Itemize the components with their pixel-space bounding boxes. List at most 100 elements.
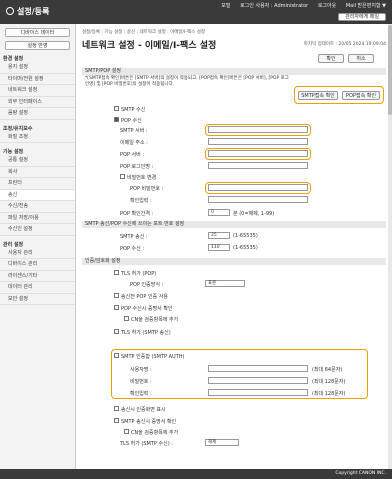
sidebar-item-volume[interactable]: 음량 설정 <box>0 108 75 120</box>
breadcrumb: 설정/등록 : 기능 설정 : 송신 : 네트워크 설정 : 이메일/I-팩스 … <box>82 30 206 35</box>
smtp-tx-port-label: SMTP 송신 : <box>120 234 148 240</box>
password-input[interactable] <box>208 377 308 384</box>
auth-screen-checkbox[interactable] <box>114 406 119 411</box>
username-label: 사용자명 : <box>130 367 152 373</box>
smtp-auth-label: SMTP 인증함 (SMTP AUTH) <box>121 354 185 360</box>
section-ports: SMTP 송신/POP 수신에 쓰이는 포트 번호 설정 <box>82 221 386 228</box>
top-header: 설정/등록 포털 로그인 사용자 : Administrator 로그아웃 Ma… <box>0 0 392 24</box>
sidebar-item-paper[interactable]: 용지 설정 <box>0 62 75 74</box>
page-title: 네트워크 설정 - 이메일/I-팩스 설정 <box>82 41 217 51</box>
pop-auth-method-label: POP 인증방식 : <box>130 282 164 288</box>
pop-login-input[interactable] <box>208 162 308 169</box>
device-status-button[interactable]: 디바이스 데이터 <box>5 28 70 37</box>
pop-before-smtp-label: 송신전 POP 인증 사용 <box>121 294 168 300</box>
password-label: 비밀번호 : <box>130 379 152 385</box>
pop-login-label: POP 로그인명 : <box>120 164 154 170</box>
pop-before-smtp-checkbox[interactable] <box>114 293 119 298</box>
pop-rx-checkbox[interactable] <box>114 117 119 122</box>
smtp-cn-label: CN을 검증항목에 추가 <box>131 430 179 436</box>
pop-cert-checkbox[interactable] <box>114 305 119 310</box>
tls-smtp-label: TLS 허가 (SMTP 송신) <box>121 330 171 336</box>
auth-screen-label: 송신시 인증화면 표시 <box>121 407 166 413</box>
tls-smtp-checkbox[interactable] <box>114 329 119 334</box>
sidebar-item-security[interactable]: 보안 설정 <box>0 294 75 305</box>
sidebar-item-destination[interactable]: 수신인 설정 <box>0 224 75 236</box>
header-links: 포털 로그인 사용자 : Administrator 로그아웃 Mail 받은편… <box>213 2 386 9</box>
copyright-text: Copyright CANON INC. <box>335 471 386 476</box>
portal-link[interactable]: 포털 <box>221 3 230 9</box>
sidebar-item-image-quality[interactable]: 화질 조정 <box>0 132 75 143</box>
pop-interval-unit: 분 (0=해제, 1-99) <box>233 211 275 217</box>
smtp-server-label: SMTP 서버 : <box>120 128 148 134</box>
smtp-check-button[interactable]: SMTP접속 확인 <box>298 91 338 100</box>
sidebar-item-common[interactable]: 공통 설정 <box>0 155 75 167</box>
username-input[interactable] <box>208 365 308 372</box>
apply-settings-button[interactable]: 설정 반영 <box>5 41 70 50</box>
set-password-label: 비밀번호 변경 <box>127 175 157 181</box>
email-input[interactable] <box>208 138 308 145</box>
sidebar-group-management: 관리 설정 <box>3 241 24 248</box>
tls-smtp-rx-label: TLS 허가 (SMTP 수신) : <box>120 441 173 447</box>
sidebar-item-data[interactable]: 데이터 관리 <box>0 282 75 294</box>
pop-rx-port-label: POP 수신 : <box>120 246 145 252</box>
sidebar-item-device[interactable]: 디바이스 관리 <box>0 259 75 271</box>
username-hint: (최대 64문자) <box>312 367 343 373</box>
smtp-auth-checkbox[interactable] <box>114 353 119 358</box>
section-auth: 인증/암호화 설정 <box>82 258 386 265</box>
pop-server-input[interactable] <box>208 150 308 157</box>
pop-cn-checkbox[interactable] <box>124 316 129 321</box>
tls-pop-label: TLS 허가 (POP) <box>121 271 157 277</box>
ok-button[interactable]: 확인 <box>318 54 344 63</box>
sidebar-item-network[interactable]: 네트워크 설정 <box>0 85 75 97</box>
smtp-rx-checkbox[interactable] <box>114 106 119 111</box>
smtp-tx-port-range: (1-65535) <box>233 233 258 239</box>
logout-link[interactable]: 로그아웃 <box>318 3 336 9</box>
auth-confirm-label: 확인입력 : <box>130 391 152 397</box>
smtp-tx-port-input[interactable]: 25 <box>208 232 230 239</box>
sidebar-item-users[interactable]: 사용자 관리 <box>0 248 75 259</box>
sidebar-item-printer[interactable]: 프린터 <box>0 178 75 190</box>
smtp-cert-checkbox[interactable] <box>114 418 119 423</box>
login-user-text: 로그인 사용자 : Administrator <box>240 3 309 9</box>
sidebar-item-store[interactable]: 파일 저장/이용 <box>0 213 75 224</box>
smtp-server-input[interactable] <box>208 126 308 133</box>
cancel-button[interactable]: 취소 <box>348 54 374 63</box>
footer: Copyright CANON INC. <box>0 469 392 479</box>
sidebar-item-timer[interactable]: 타이머/전원 설정 <box>0 74 75 85</box>
sidebar-item-copy[interactable]: 복사 <box>0 167 75 178</box>
sidebar-group-preferences: 환경 설정 <box>3 56 24 62</box>
last-updated: 마지막 업데이트 : 20/05 2024 19:09:04 <box>303 42 386 47</box>
pop-auth-method-select[interactable]: 표준 <box>205 280 245 287</box>
mail-link[interactable]: Mail 받은편지함 ▼ <box>346 3 386 9</box>
email-label: 이메일 주소 : <box>120 140 148 146</box>
pop-check-button[interactable]: POP접속 확인 <box>342 91 380 100</box>
smtp-rx-label: SMTP 수신 <box>121 107 146 113</box>
confirm-input[interactable] <box>208 196 308 203</box>
tls-pop-checkbox[interactable] <box>114 270 119 275</box>
pop-password-input[interactable] <box>208 184 308 191</box>
auth-confirm-input[interactable] <box>208 389 308 396</box>
mail-admin-button[interactable]: 관리자에게 메일 <box>338 13 386 21</box>
pop-password-label: POP 비밀번호 : <box>130 186 164 192</box>
sidebar-item-receive[interactable]: 수신/전송 <box>0 201 75 213</box>
set-password-checkbox[interactable] <box>120 174 125 179</box>
tls-smtp-rx-select[interactable]: 해제 <box>205 439 239 446</box>
pop-interval-input[interactable]: 0 <box>208 209 230 216</box>
smtp-cn-checkbox[interactable] <box>124 429 129 434</box>
section-smtp-pop: SMTP/POP 설정 <box>82 68 386 75</box>
main-content: 설정/등록 : 기능 설정 : 송신 : 네트워크 설정 : 이메일/I-팩스 … <box>78 24 390 469</box>
smtp-pop-note: *[SMTP접속 확인]버튼은 [SMTP 서버]의 설정이 적용되고, [PO… <box>85 76 289 87</box>
pop-rx-port-input[interactable]: 110 <box>208 244 230 251</box>
sidebar-item-interface[interactable]: 외부 인터페이스 <box>0 97 75 108</box>
pop-rx-label: POP 수신 <box>121 118 142 124</box>
password-hint: (최대 128문자) <box>312 379 346 385</box>
sidebar: 디바이스 데이터 설정 반영 환경 설정 용지 설정 타이머/전원 설정 네트워… <box>0 24 76 469</box>
gear-icon <box>6 7 14 15</box>
pop-cert-label: POP 수신시 증명서 확인 <box>121 306 173 312</box>
app-title: 설정/등록 <box>6 6 49 17</box>
sidebar-group-functions: 기능 설정 <box>3 149 24 155</box>
sidebar-item-license[interactable]: 라이센스/기타 <box>0 271 75 282</box>
scrollbar-thumb[interactable] <box>388 25 392 115</box>
auth-confirm-hint: (최대 128문자) <box>312 391 346 397</box>
sidebar-item-send[interactable]: 송신 <box>0 189 75 201</box>
